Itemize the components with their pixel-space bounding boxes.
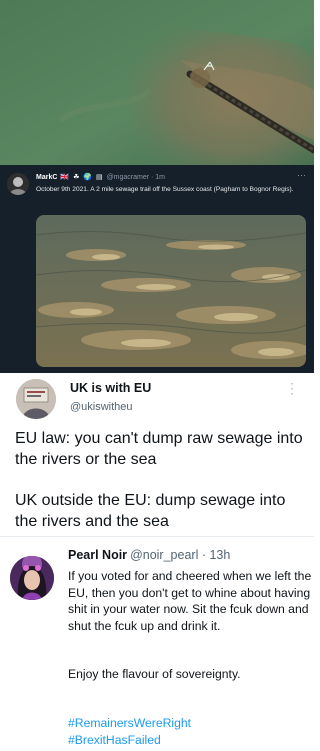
author-handle[interactable]: @ukiswitheu [70,401,133,413]
sea-foam-photo[interactable] [36,215,306,367]
tweet-pearl-noir: Pearl Noir @noir_pearl · 13h If you voted… [0,536,314,751]
emoji-flags: 🇬🇧 ☘ 🌍 ▤ [60,174,104,181]
aerial-sewage-photo [0,0,314,165]
hashtag-link[interactable]: #BrexitHasFailed [68,732,312,749]
tweet-paragraph: Enjoy the flavour of sovereignty. [68,667,241,681]
more-options-icon[interactable]: ··· [290,377,294,399]
author-name[interactable]: Pearl Noir [68,548,127,562]
avatar[interactable] [10,556,54,600]
author-handle-time: @mgacramer · 1m [106,174,166,181]
embedded-dark-tweet: MarkC 🇬🇧 ☘ 🌍 ▤ @mgacramer · 1m ··· October… [0,165,314,373]
author-name[interactable]: MarkC [36,174,57,181]
tweet-author-line: Pearl Noir @noir_pearl · 13h [68,548,230,562]
hashtag-link[interactable]: #RemainersWereRight [68,715,312,732]
author-name[interactable]: UK is with EU [70,381,151,395]
avatar[interactable] [7,173,29,195]
author-handle-time[interactable]: @noir_pearl · 13h [130,548,230,562]
tweet-paragraph: UK outside the EU: dump sewage into the … [15,492,286,530]
tweet-author-line: MarkC 🇬🇧 ☘ 🌍 ▤ @mgacramer · 1m [36,173,165,181]
tweet-paragraph: EU law: you can't dump raw sewage into t… [15,430,303,468]
tweet-text: October 9th 2021. A 2 mile sewage trail … [36,186,294,193]
avatar[interactable] [16,379,56,419]
tweet-uk-is-with-eu: UK is with EU @ukiswitheu · · · EU law: yo… [0,373,314,536]
more-options-icon[interactable]: ··· [297,170,306,180]
tweet-paragraph: If you voted for and cheered when we lef… [68,569,312,633]
